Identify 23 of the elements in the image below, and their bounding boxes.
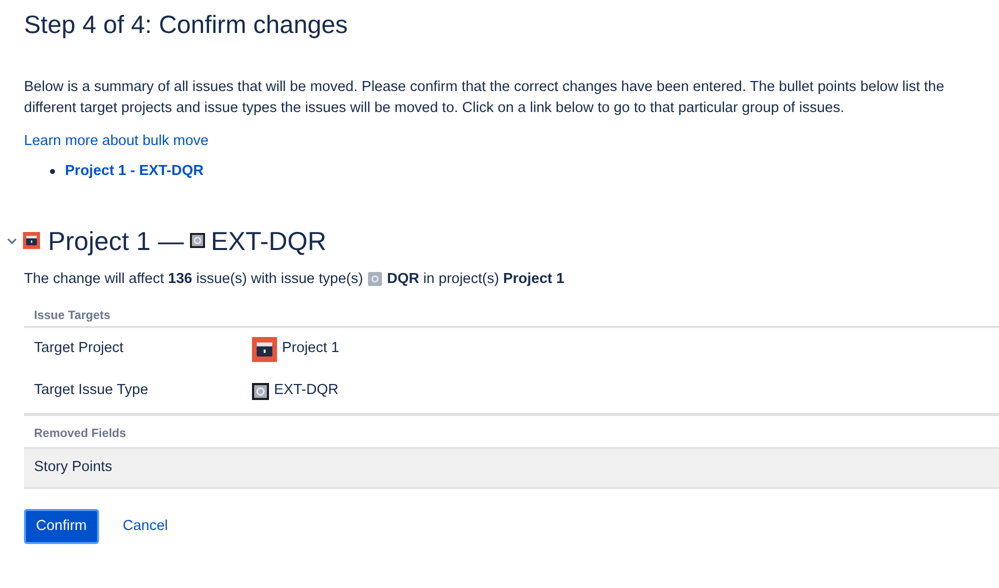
field-label: Story Points xyxy=(34,458,112,478)
cancel-link[interactable]: Cancel xyxy=(122,516,168,538)
confirm-button[interactable]: Confirm xyxy=(24,509,99,544)
project-icon xyxy=(252,336,277,362)
field-value: Project 1 xyxy=(282,339,340,358)
field-label: Target Issue Type xyxy=(34,381,150,400)
field-value: EXT-DQR xyxy=(274,381,338,400)
issue-type-icon xyxy=(368,272,382,286)
section-project-title: Project 1 — xyxy=(48,224,184,256)
project-icon xyxy=(23,232,40,249)
section-header: Issue Targets xyxy=(24,304,999,328)
summary-text: DQR in project(s) Project 1 xyxy=(387,270,564,288)
summary-text: The change will affect 136 issue(s) with issue type(s) xyxy=(24,270,364,288)
issue-type-icon xyxy=(190,233,205,248)
learn-more-link[interactable]: Learn more about bulk move xyxy=(24,131,209,153)
description-text: Below is a summary of all issues that will be moved. Please confirm that the correct changes have been entered. The bullet points below list the different target projects and issue types the issues will be moved to. Click on a link below to go to that particular group of issues. xyxy=(24,78,946,118)
bullet-icon xyxy=(50,169,55,174)
chevron-down-icon[interactable] xyxy=(7,236,17,246)
issue-type-icon xyxy=(252,382,269,400)
group-link[interactable]: Project 1 - EXT-DQR xyxy=(65,160,204,182)
field-label: Target Project xyxy=(34,339,124,358)
page-title: Step 4 of 4: Confirm changes xyxy=(24,10,349,40)
section-issue-type-title: EXT-DQR xyxy=(210,224,326,256)
